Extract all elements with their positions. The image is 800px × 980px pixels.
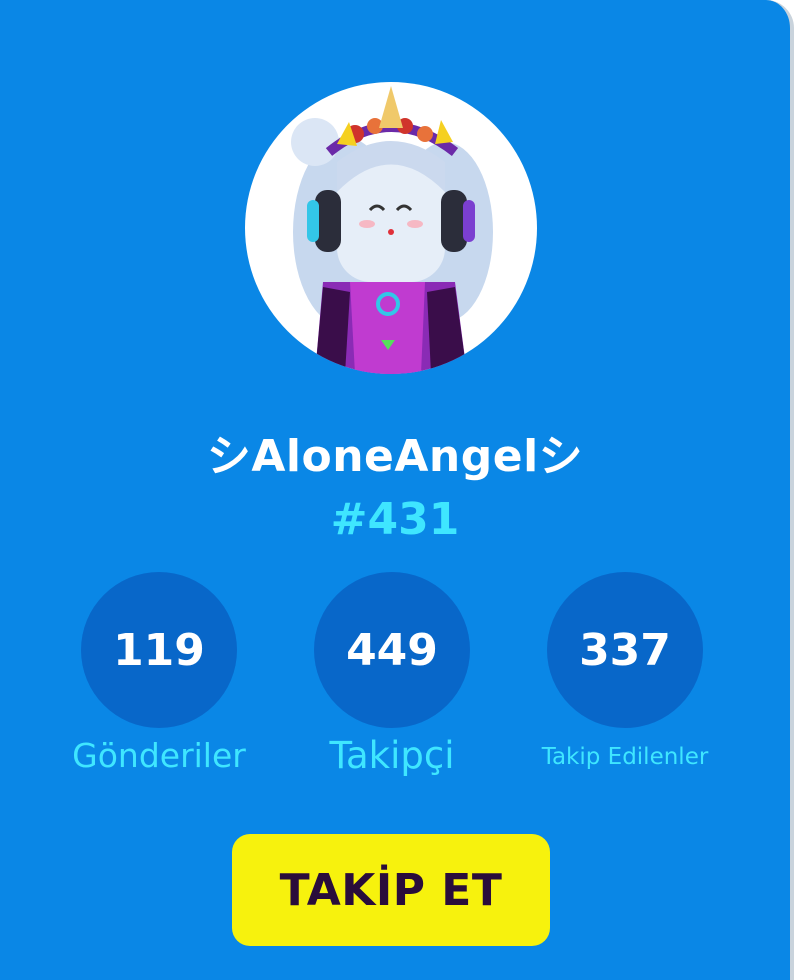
stat-following-label: Takip Edilenler — [541, 744, 709, 770]
stat-following-value: 337 — [579, 624, 671, 676]
stat-posts-value: 119 — [113, 624, 205, 676]
follow-button[interactable]: TAKİP ET — [232, 834, 550, 946]
username: シAloneAngelシ — [206, 431, 584, 482]
stat-posts-circle[interactable]: 119 — [81, 572, 237, 728]
stat-posts-label: Gönderiler — [72, 736, 246, 775]
stat-followers-value: 449 — [346, 624, 438, 676]
user-id: #431 — [330, 494, 460, 545]
profile-card: シAloneAngelシ #431 119 Gönderiler 449 Tak… — [0, 0, 794, 980]
stat-followers-circle[interactable]: 449 — [314, 572, 470, 728]
avatar[interactable] — [245, 82, 537, 374]
follow-button-label: TAKİP ET — [279, 864, 503, 916]
stat-followers-label: Takipçi — [329, 734, 455, 777]
stat-following-circle[interactable]: 337 — [547, 572, 703, 728]
avatar-unicorn-headphones-icon — [291, 86, 493, 374]
